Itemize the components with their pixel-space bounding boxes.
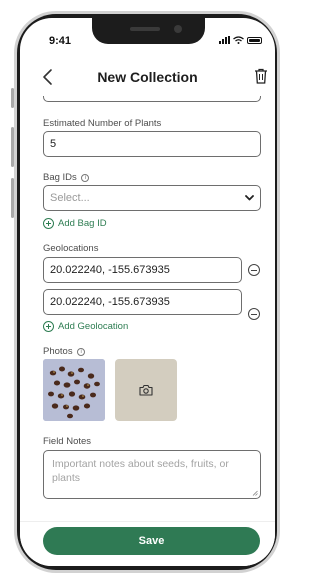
add-geolocation-link[interactable]: Add Geolocation [43, 321, 128, 332]
page-title: New Collection [97, 69, 198, 85]
speaker-grille [130, 27, 160, 31]
field-notes-label: Field Notes [43, 436, 92, 447]
add-bag-id-link[interactable]: Add Bag ID [43, 218, 107, 229]
chevron-down-icon [245, 195, 254, 201]
status-time: 9:41 [49, 35, 72, 47]
field-notes-placeholder: Important notes about seeds, fruits, or … [52, 458, 229, 484]
footer-divider [20, 521, 275, 522]
wifi-icon [233, 36, 244, 44]
signal-icon [219, 36, 230, 44]
previous-field-bottom[interactable] [43, 96, 261, 102]
app-screen: 9:41 New Collection Estimated Number of … [20, 18, 275, 566]
seeds-image [43, 359, 105, 421]
geolocation-input-1[interactable]: 20.022240, -155.673935 [43, 257, 242, 283]
bag-ids-label: Bag IDs i [43, 172, 90, 183]
plus-circle-icon [43, 321, 54, 332]
form-content: Estimated Number of Plants 5 Bag IDs i S… [20, 96, 275, 521]
camera-icon [139, 384, 153, 396]
front-camera [174, 25, 182, 33]
photos-label-text: Photos [43, 346, 73, 357]
device-stage: 9:41 New Collection Estimated Number of … [0, 0, 282, 573]
estimated-plants-label: Estimated Number of Plants [43, 118, 162, 129]
app-header: New Collection [20, 62, 275, 96]
geolocation-input-2[interactable]: 20.022240, -155.673935 [43, 289, 242, 315]
add-geolocation-label: Add Geolocation [58, 321, 129, 332]
remove-geolocation-1-icon[interactable] [248, 264, 260, 276]
bag-ids-placeholder: Select... [50, 192, 90, 204]
plus-circle-icon [43, 218, 54, 229]
footer-bar: Save [20, 521, 275, 566]
geolocation-value-2: 20.022240, -155.673935 [50, 296, 170, 308]
bag-ids-label-text: Bag IDs [43, 172, 77, 183]
geolocation-value-1: 20.022240, -155.673935 [50, 264, 170, 276]
remove-geolocation-2-icon[interactable] [248, 308, 260, 320]
bag-ids-select[interactable]: Select... [43, 185, 261, 211]
info-icon[interactable]: i [81, 174, 90, 182]
save-button[interactable]: Save [43, 527, 260, 555]
estimated-plants-input[interactable]: 5 [43, 131, 261, 157]
notch [92, 18, 205, 44]
trash-icon[interactable] [254, 68, 268, 84]
geolocations-label: Geolocations [43, 243, 99, 254]
resize-handle-icon[interactable] [252, 490, 258, 496]
field-notes-textarea[interactable]: Important notes about seeds, fruits, or … [43, 450, 261, 499]
info-icon[interactable]: i [77, 348, 86, 356]
estimated-plants-value: 5 [50, 138, 57, 150]
photo-thumbnail-seeds[interactable] [43, 359, 105, 421]
add-bag-id-label: Add Bag ID [58, 218, 107, 229]
add-photo-button[interactable] [115, 359, 177, 421]
battery-icon [247, 36, 262, 44]
photos-label: Photos i [43, 346, 86, 357]
status-icons [219, 36, 262, 44]
